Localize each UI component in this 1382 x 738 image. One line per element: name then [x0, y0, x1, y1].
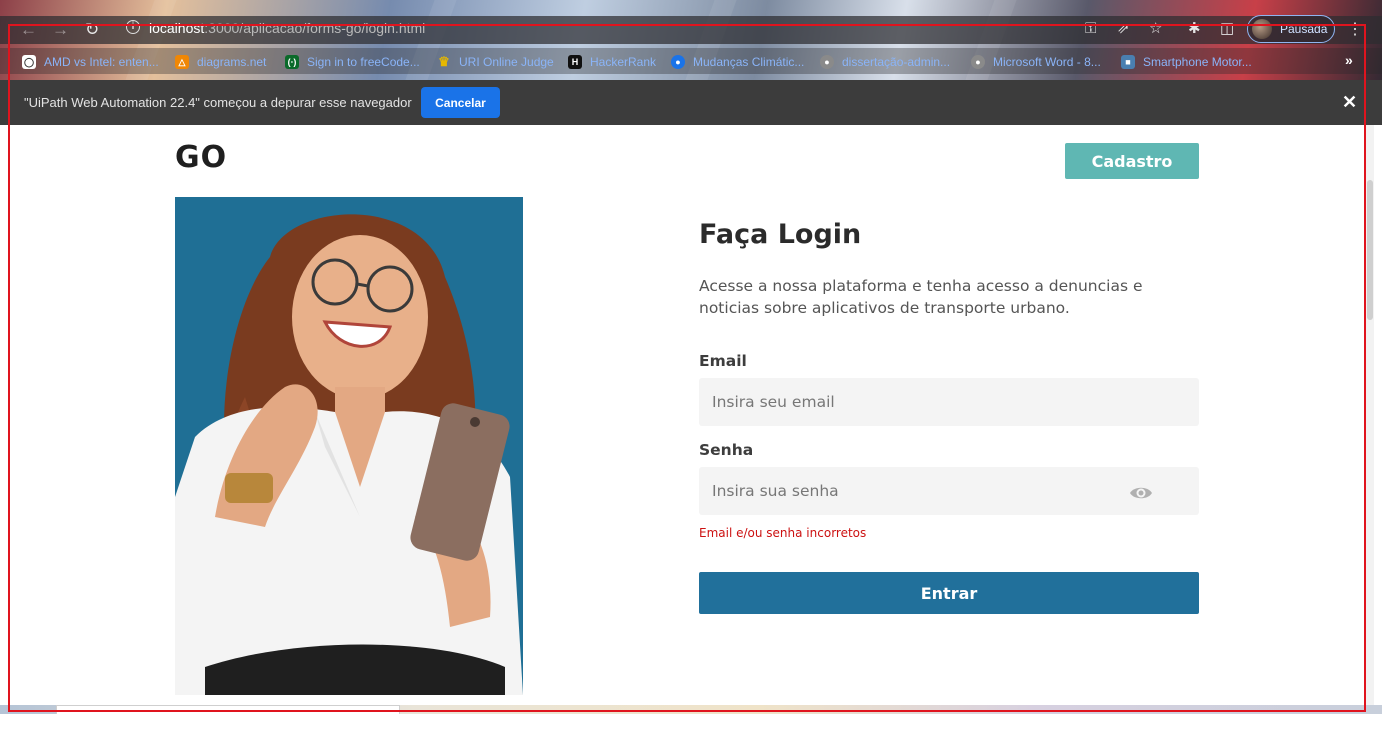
bookmark-item[interactable]: △ diagrams.net [175, 53, 266, 71]
bookmark-item[interactable]: ♛ URI Online Judge [437, 53, 554, 71]
key-icon[interactable]: ⚿ [1085, 19, 1096, 39]
brand-logo[interactable]: GO [175, 142, 227, 174]
globe-icon: ● [671, 55, 685, 69]
hero-illustration [175, 197, 523, 695]
cancel-debug-button[interactable]: Cancelar [421, 87, 500, 118]
bookmark-label: Sign in to freeCode... [307, 55, 420, 69]
extensions-puzzle-icon[interactable]: ✱ [1188, 19, 1201, 39]
site-info-icon[interactable]: i [126, 20, 140, 34]
bookmark-label: diagrams.net [197, 55, 267, 69]
star-icon[interactable]: ☆ [1149, 19, 1162, 39]
url-path: :3000/aplicacao/forms-go/login.html [204, 20, 426, 36]
bookmark-label: HackerRank [590, 55, 657, 69]
url-host: localhost [149, 20, 205, 36]
bookmark-item[interactable]: (⋅) Sign in to freeCode... [285, 53, 420, 71]
close-icon[interactable]: ✕ [1342, 92, 1357, 112]
hackerrank-icon: H [568, 55, 582, 69]
reload-icon[interactable]: ↻ [85, 20, 99, 40]
bookmark-item[interactable]: ◯ AMD vs Intel: enten... [22, 53, 159, 71]
side-panel-icon[interactable]: ◫ [1220, 19, 1234, 39]
avatar [1252, 19, 1272, 39]
profile-status-label: Pausada [1280, 22, 1328, 36]
hero-image [175, 197, 523, 695]
email-label: Email [699, 352, 747, 370]
shield-icon: ◯ [22, 55, 36, 69]
debug-infobar: "UiPath Web Automation 22.4" começou a d… [0, 80, 1382, 125]
scrollbar-thumb[interactable] [1367, 180, 1373, 320]
password-field[interactable] [699, 467, 1199, 515]
trophy-icon: ♛ [438, 54, 450, 69]
bookmarks-overflow-icon[interactable]: » [1345, 52, 1353, 68]
email-field[interactable] [699, 378, 1199, 426]
eye-icon[interactable] [1129, 484, 1153, 502]
infobar-message: "UiPath Web Automation 22.4" começou a d… [24, 95, 412, 110]
taskbar-window-tab[interactable] [56, 705, 400, 714]
error-message: Email e/ou senha incorretos [699, 526, 867, 540]
bookmark-label: AMD vs Intel: enten... [44, 55, 159, 69]
bookmark-item[interactable]: ■ Smartphone Motor... [1121, 53, 1252, 71]
signup-button[interactable]: Cadastro [1065, 143, 1199, 179]
bookmark-item[interactable]: ● Mudanças Climátic... [671, 53, 804, 71]
bookmark-item[interactable]: ● dissertação-admin... [820, 53, 950, 71]
photo-icon: ■ [1121, 55, 1135, 69]
web-icon: ● [820, 55, 834, 69]
bookmark-label: dissertação-admin... [842, 55, 951, 69]
address-bar[interactable]: localhost:3000/aplicacao/forms-go/login.… [149, 20, 425, 36]
bookmark-item[interactable]: H HackerRank [568, 53, 656, 71]
kebab-menu-icon[interactable]: ⋮ [1347, 19, 1363, 39]
diagram-icon: △ [175, 55, 189, 69]
bookmark-label: URI Online Judge [459, 55, 554, 69]
bookmark-item[interactable]: ● Microsoft Word - 8... [971, 53, 1101, 71]
login-submit-button[interactable]: Entrar [699, 572, 1199, 614]
login-description: Acesse a nossa plataforma e tenha acesso… [699, 277, 1143, 317]
bookmark-label: Smartphone Motor... [1143, 55, 1252, 69]
page-title: Faça Login [699, 219, 862, 250]
bookmark-label: Microsoft Word - 8... [993, 55, 1101, 69]
share-icon[interactable]: ⇗ [1117, 19, 1130, 39]
password-label: Senha [699, 441, 754, 459]
freecodecamp-icon: (⋅) [285, 55, 299, 69]
back-arrow-icon[interactable]: ← [20, 20, 37, 40]
bookmark-label: Mudanças Climátic... [693, 55, 805, 69]
forward-arrow-icon[interactable]: → [52, 20, 69, 40]
profile-button[interactable]: Pausada [1247, 15, 1335, 43]
web-icon: ● [971, 55, 985, 69]
